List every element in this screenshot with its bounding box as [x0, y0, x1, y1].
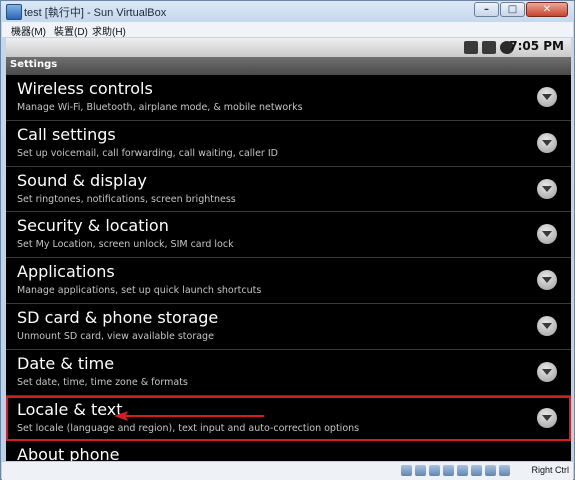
settings-list: Wireless controls Manage Wi-Fi, Bluetoot… — [6, 75, 571, 461]
item-subtitle: Manage applications, set up quick launch… — [17, 285, 262, 297]
network-icon[interactable] — [443, 465, 454, 476]
window-title: test [執行中] - Sun VirtualBox — [24, 7, 167, 19]
settings-item-applications[interactable]: Applications Manage applications, set up… — [6, 258, 571, 304]
item-title: About phone — [17, 445, 120, 461]
item-title: Wireless controls — [17, 79, 153, 98]
item-subtitle: Set ringtones, notifications, screen bri… — [17, 193, 236, 205]
mouse-integration-icon[interactable] — [485, 465, 496, 476]
item-title: Sound & display — [17, 170, 147, 190]
chevron-down-icon — [537, 407, 557, 428]
chevron-down-icon — [537, 315, 557, 336]
title-bar: test [執行中] - Sun VirtualBox – □ ✕ — [1, 1, 574, 22]
item-subtitle: Set locale (language and region), text i… — [17, 422, 360, 434]
usb-debug-icon — [464, 41, 478, 54]
minimize-button[interactable]: – — [474, 2, 499, 17]
page-title: Settings — [10, 59, 58, 70]
android-screen: 7:05 PM Settings Wireless controls Manag… — [6, 38, 571, 461]
close-icon: ✕ — [542, 4, 552, 15]
chevron-down-icon — [537, 224, 557, 245]
maximize-button[interactable]: □ — [500, 2, 525, 17]
menu-devices[interactable]: 裝置(D) — [54, 23, 88, 38]
item-title: Call settings — [17, 124, 116, 144]
settings-item-wireless[interactable]: Wireless controls Manage Wi-Fi, Bluetoot… — [6, 75, 571, 121]
settings-item-locale[interactable]: Locale & text Set locale (language and r… — [6, 395, 571, 442]
host-key-label: Right Ctrl — [531, 465, 569, 475]
settings-title-bar: Settings — [6, 57, 571, 75]
display-icon[interactable] — [471, 465, 482, 476]
menu-bar: 機器(M) 裝置(D) 求助(H) — [2, 22, 573, 38]
signal-icon — [482, 41, 496, 54]
chevron-down-icon — [537, 87, 557, 107]
shared-folder-icon[interactable] — [457, 465, 468, 476]
settings-item-security[interactable]: Security & location Set My Location, scr… — [6, 212, 571, 259]
settings-item-sound[interactable]: Sound & display Set ringtones, notificat… — [6, 166, 571, 213]
item-subtitle: Set date, time, time zone & formats — [17, 376, 188, 388]
vm-status-bar: Right Ctrl — [2, 461, 573, 480]
android-status-bar: 7:05 PM — [6, 38, 571, 57]
item-title: SD card & phone storage — [17, 307, 219, 327]
virtualbox-icon — [6, 4, 22, 20]
item-subtitle: Set up voicemail, call forwarding, call … — [17, 147, 278, 159]
host-key-icon — [499, 465, 510, 476]
settings-item-about[interactable]: About phone — [6, 441, 571, 461]
chevron-down-icon — [537, 361, 557, 382]
settings-item-storage[interactable]: SD card & phone storage Unmount SD card,… — [6, 303, 571, 350]
item-title: Locale & text — [17, 399, 123, 419]
minimize-icon: – — [484, 4, 489, 15]
red-arrow-annotation — [114, 410, 264, 421]
item-title: Applications — [17, 262, 115, 282]
hard-disk-icon[interactable] — [401, 465, 412, 476]
item-subtitle: Set My Location, screen unlock, SIM card… — [17, 239, 234, 251]
settings-item-date-time[interactable]: Date & time Set date, time, time zone & … — [6, 349, 571, 396]
settings-item-call[interactable]: Call settings Set up voicemail, call for… — [6, 120, 571, 167]
menu-machine[interactable]: 機器(M) — [11, 23, 46, 38]
item-title: Security & location — [17, 216, 169, 236]
item-title: Date & time — [17, 353, 115, 373]
virtualbox-window: test [執行中] - Sun VirtualBox – □ ✕ 機器(M) … — [0, 0, 575, 480]
item-subtitle: Manage Wi-Fi, Bluetooth, airplane mode, … — [17, 102, 303, 113]
close-button[interactable]: ✕ — [526, 2, 568, 17]
cd-icon[interactable] — [415, 465, 426, 476]
menu-help[interactable]: 求助(H) — [92, 23, 126, 38]
chevron-down-icon — [537, 270, 557, 291]
chevron-down-icon — [537, 132, 557, 153]
window-controls: – □ ✕ — [473, 2, 568, 19]
maximize-icon: □ — [507, 4, 518, 15]
item-subtitle: Unmount SD card, view available storage — [17, 330, 214, 342]
chevron-down-icon — [537, 178, 557, 199]
usb-icon[interactable] — [429, 465, 440, 476]
clock: 7:05 PM — [509, 39, 564, 53]
